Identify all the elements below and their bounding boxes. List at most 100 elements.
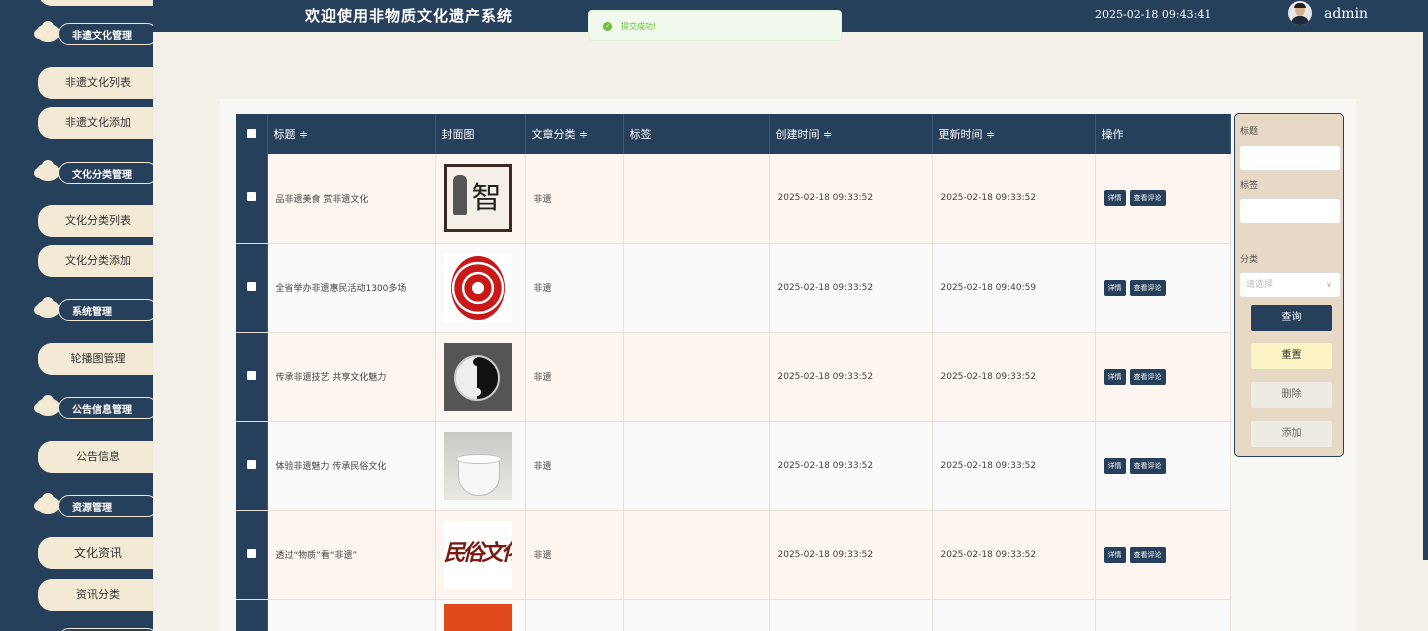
table-row	[236, 599, 1231, 631]
table-row: 全省举办非遗惠民活动1300多场 非遗 2025-02-18 09:33:52 …	[236, 243, 1231, 333]
detail-button[interactable]: 详情	[1103, 190, 1126, 207]
cover-image	[443, 431, 512, 500]
sidebar-group-label: 资源管理	[72, 503, 112, 514]
tag-filter-input[interactable]	[1239, 198, 1341, 224]
avatar[interactable]	[1288, 1, 1312, 25]
sidebar-group-label: 系统管理	[72, 307, 112, 318]
detail-button[interactable]: 详情	[1103, 279, 1126, 296]
view-comments-button[interactable]: 查看评论	[1129, 279, 1166, 296]
row-category: 非遗	[525, 421, 624, 511]
sidebar-group-more[interactable]	[0, 620, 153, 631]
sidebar-item-heritage-list[interactable]: 非遗文化列表	[38, 67, 153, 99]
row-updated: 2025-02-18 09:33:52	[932, 421, 1096, 511]
detail-button[interactable]: 详情	[1103, 368, 1126, 385]
row-title: 透过“物质”看“非遗”	[267, 510, 436, 600]
category-select-placeholder: 请选择	[1246, 280, 1274, 290]
row-created: 2025-02-18 09:33:52	[769, 421, 933, 511]
view-comments-button[interactable]: 查看评论	[1129, 546, 1166, 563]
query-button[interactable]: 查询	[1251, 305, 1332, 331]
row-category: 非遗	[525, 154, 624, 244]
cover-image: 智	[443, 164, 512, 233]
app-title: 欢迎使用非物质文化遗产系统	[305, 7, 514, 25]
sidebar-group-notice[interactable]: 公告信息管理	[0, 389, 153, 425]
column-title[interactable]: 标题 ≑	[267, 114, 436, 154]
header-datetime: 2025-02-18 09:43:41	[1095, 8, 1212, 21]
row-checkbox[interactable]	[236, 243, 268, 333]
row-title: 品非遗美食 赏非遗文化	[267, 154, 436, 244]
row-checkbox[interactable]	[236, 599, 268, 631]
delete-button[interactable]: 删除	[1251, 382, 1332, 408]
sidebar-item-notice[interactable]: 公告信息	[38, 441, 153, 473]
row-title: 全省举办非遗惠民活动1300多场	[267, 243, 436, 333]
sidebar-group-label: 文化分类管理	[72, 170, 132, 181]
category-filter-label: 分类	[1240, 255, 1259, 265]
add-button[interactable]: 添加	[1251, 421, 1332, 447]
sidebar-item-heritage-add[interactable]: 非遗文化添加	[38, 107, 153, 139]
row-title: 传承非遗技艺 共享文化魅力	[267, 332, 436, 422]
row-category: 非遗	[525, 243, 624, 333]
row-tag	[623, 243, 770, 333]
sidebar-item-carousel[interactable]: 轮播图管理	[38, 343, 153, 375]
select-all-checkbox[interactable]	[236, 114, 268, 154]
search-panel: 标题 标签 分类 请选择 ∨ 查询 重置 删除 添加	[1234, 113, 1344, 457]
sidebar-group-label: 非遗文化管理	[72, 31, 132, 42]
column-category[interactable]: 文章分类 ≑	[525, 114, 624, 154]
chevron-down-icon: ∨	[1326, 280, 1332, 289]
sidebar-group-heritage[interactable]: 非遗文化管理	[0, 15, 153, 51]
row-checkbox[interactable]	[236, 154, 268, 244]
detail-button[interactable]: 详情	[1103, 546, 1126, 563]
row-tag	[623, 421, 770, 511]
row-cover	[435, 332, 526, 422]
row-updated: 2025-02-18 09:33:52	[932, 332, 1096, 422]
column-tag: 标签	[623, 114, 770, 154]
row-tag	[623, 332, 770, 422]
category-select[interactable]: 请选择 ∨	[1239, 272, 1341, 298]
row-actions: 详情 查看评论	[1095, 510, 1231, 600]
success-toast: ✓ 提交成功!	[588, 10, 842, 41]
row-actions: 详情 查看评论	[1095, 243, 1231, 333]
row-actions: 详情 查看评论	[1095, 154, 1231, 244]
column-updated[interactable]: 更新时间 ≑	[932, 114, 1096, 154]
sidebar: 非遗文化管理 非遗文化列表 非遗文化添加 文化分类管理 文化分类列表 文化分类添…	[0, 0, 153, 631]
row-cover	[435, 421, 526, 511]
table-row: 传承非遗技艺 共享文化魅力 非遗 2025-02-18 09:33:52 202…	[236, 332, 1231, 422]
check-circle-icon: ✓	[603, 22, 612, 31]
sidebar-group-label: 公告信息管理	[72, 405, 132, 416]
row-actions: 详情 查看评论	[1095, 332, 1231, 422]
row-checkbox[interactable]	[236, 421, 268, 511]
cover-image	[443, 253, 512, 322]
view-comments-button[interactable]: 查看评论	[1129, 457, 1166, 474]
sidebar-group-category[interactable]: 文化分类管理	[0, 154, 153, 190]
tag-filter-label: 标签	[1240, 181, 1259, 191]
row-created: 2025-02-18 09:33:52	[769, 243, 933, 333]
reset-button[interactable]: 重置	[1251, 343, 1332, 369]
row-cover: 智	[435, 154, 526, 244]
row-checkbox[interactable]	[236, 510, 268, 600]
article-table: 标题 ≑ 封面图 文章分类 ≑ 标签 创建时间 ≑ 更新时间 ≑ 操作 品非遗美…	[236, 114, 1231, 631]
sidebar-item-category-list[interactable]: 文化分类列表	[38, 205, 153, 237]
cover-image: 民俗文化	[443, 520, 512, 589]
view-comments-button[interactable]: 查看评论	[1129, 368, 1166, 385]
column-cover: 封面图	[435, 114, 526, 154]
column-actions: 操作	[1095, 114, 1231, 154]
table-row: 透过“物质”看“非遗” 民俗文化 非遗 2025-02-18 09:33:52 …	[236, 510, 1231, 600]
sidebar-group-resource[interactable]: 资源管理	[0, 487, 153, 523]
column-created[interactable]: 创建时间 ≑	[769, 114, 933, 154]
title-filter-input[interactable]	[1239, 145, 1341, 171]
sidebar-item-category-add[interactable]: 文化分类添加	[38, 245, 153, 277]
cover-image	[443, 342, 512, 411]
sidebar-item-prev[interactable]	[38, 0, 153, 6]
sidebar-item-news-category[interactable]: 资讯分类	[38, 579, 153, 611]
sidebar-group-system[interactable]: 系统管理	[0, 291, 153, 327]
table-row: 品非遗美食 赏非遗文化 智 非遗 2025-02-18 09:33:52 202…	[236, 154, 1231, 244]
row-checkbox[interactable]	[236, 332, 268, 422]
page-scrollbar[interactable]	[1423, 0, 1428, 560]
row-category: 非遗	[525, 510, 624, 600]
username[interactable]: admin	[1324, 6, 1368, 22]
sidebar-item-news[interactable]: 文化资讯	[38, 537, 153, 569]
row-category: 非遗	[525, 332, 624, 422]
row-created: 2025-02-18 09:33:52	[769, 154, 933, 244]
detail-button[interactable]: 详情	[1103, 457, 1126, 474]
table-header: 标题 ≑ 封面图 文章分类 ≑ 标签 创建时间 ≑ 更新时间 ≑ 操作	[236, 114, 1231, 154]
view-comments-button[interactable]: 查看评论	[1129, 190, 1166, 207]
